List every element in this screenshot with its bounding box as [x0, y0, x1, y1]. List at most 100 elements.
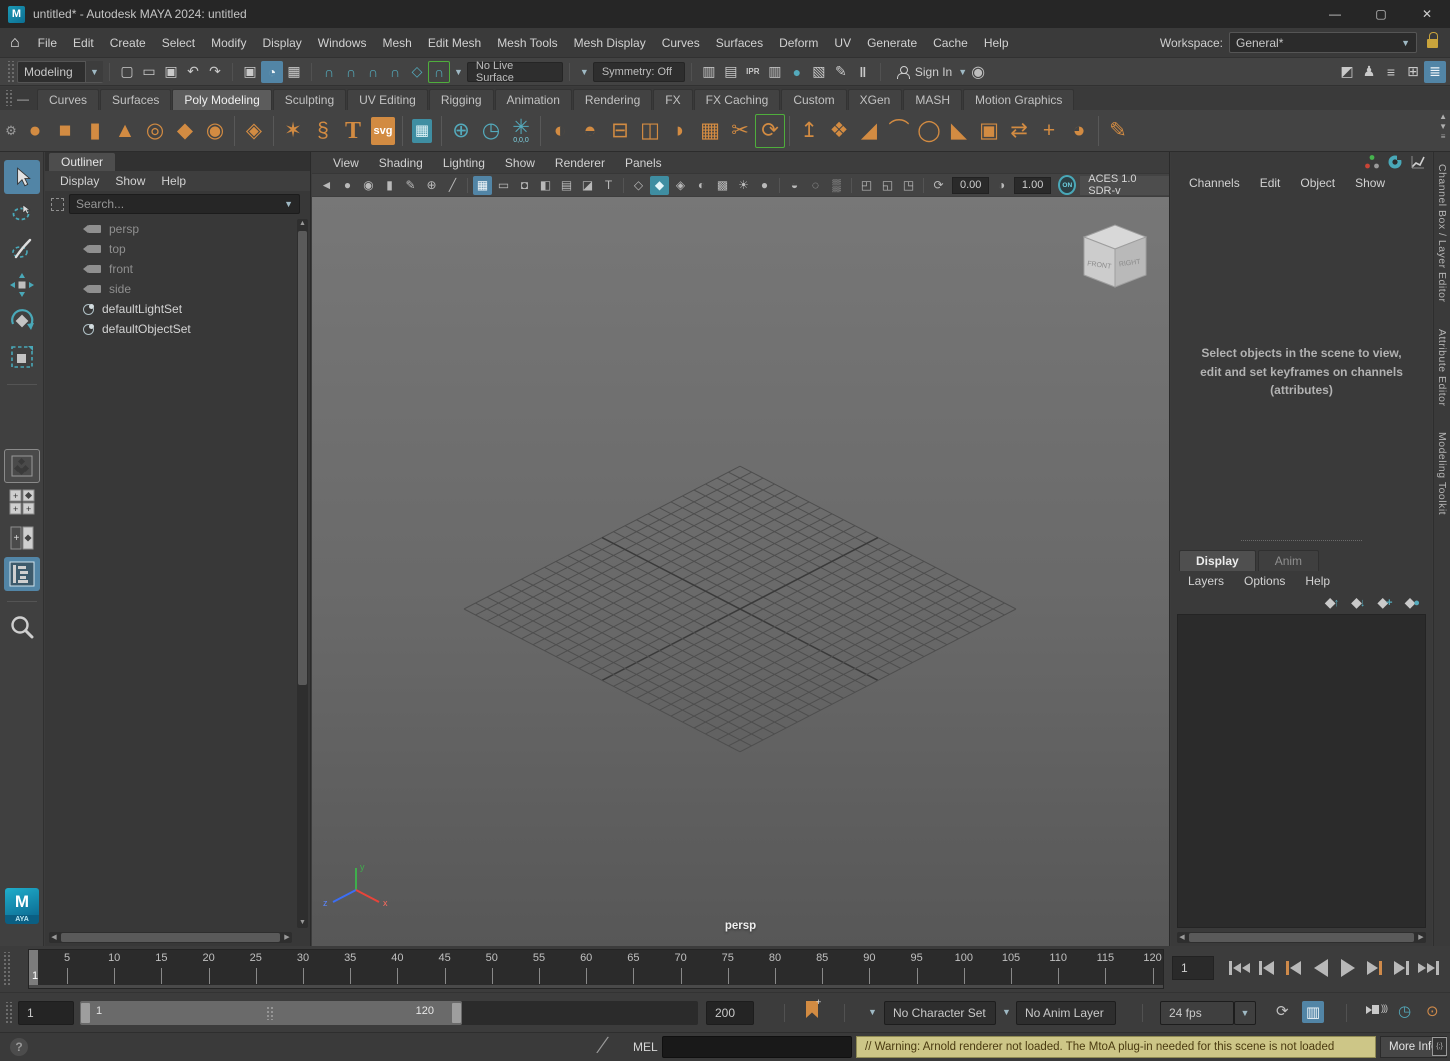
- snap-to-view-plane-icon[interactable]: ◇: [406, 61, 428, 83]
- stylus-icon[interactable]: ╱: [443, 176, 462, 195]
- graph-editor-icon[interactable]: [1410, 154, 1426, 170]
- viewport-menu-shading[interactable]: Shading: [370, 154, 432, 172]
- side-tab-attribute-editor[interactable]: Attribute Editor: [1436, 329, 1448, 406]
- outliner-item-defaultlightset[interactable]: defaultLightSet: [45, 299, 296, 319]
- gate-mask-icon[interactable]: ◧: [536, 176, 555, 195]
- grid-toggle-icon[interactable]: ▦: [473, 176, 492, 195]
- camera-attributes-icon[interactable]: ◉: [359, 176, 378, 195]
- outliner-menu-show[interactable]: Show: [108, 172, 152, 190]
- chevron-down-icon[interactable]: ▼: [1002, 1007, 1011, 1017]
- bridge-icon[interactable]: ⌒: [884, 114, 914, 148]
- project-curve-icon[interactable]: ◣: [944, 114, 974, 148]
- layer-editor-toggle-icon[interactable]: ≣: [1424, 61, 1446, 83]
- chevron-down-icon[interactable]: ▼: [454, 67, 463, 77]
- snap-to-projected-center-icon[interactable]: ∩: [384, 61, 406, 83]
- subdivide-icon[interactable]: ▦: [695, 114, 725, 148]
- menu-file[interactable]: File: [30, 32, 65, 54]
- script-editor-icon[interactable]: {;}: [1432, 1037, 1447, 1056]
- gamma-icon[interactable]: ◑: [993, 176, 1010, 195]
- scroll-right-icon[interactable]: ▶: [282, 932, 292, 943]
- symmetry-field[interactable]: Symmetry: Off: [593, 62, 685, 82]
- crease-tool-icon[interactable]: ✎: [1103, 114, 1133, 148]
- smooth-shade-mode-icon[interactable]: ◆: [650, 176, 669, 195]
- layer-menu-options[interactable]: Options: [1235, 572, 1294, 590]
- pause-viewport-icon[interactable]: ‖: [852, 61, 874, 83]
- select-by-object-icon[interactable]: ◔: [261, 61, 283, 83]
- time-ruler[interactable]: 1 51015202530354045505560657075808590951…: [28, 949, 1164, 989]
- lasso-tool[interactable]: [4, 196, 40, 230]
- layer-list-area[interactable]: [1177, 614, 1426, 928]
- filter-frame-icon[interactable]: [51, 198, 64, 211]
- outliner-vertical-scrollbar[interactable]: ▲ ▼: [297, 219, 308, 928]
- snap-to-point-icon[interactable]: ∩: [362, 61, 384, 83]
- sculpt-mesh-icon[interactable]: ◕: [1064, 114, 1094, 148]
- viewport-menu-show[interactable]: Show: [496, 154, 544, 172]
- go-to-start-button[interactable]: [1226, 954, 1253, 982]
- menu-select[interactable]: Select: [154, 32, 203, 54]
- range-grip-handle[interactable]: [4, 1002, 13, 1023]
- menu-edit[interactable]: Edit: [65, 32, 102, 54]
- mute-icon[interactable]: [1372, 1005, 1379, 1014]
- outliner-item-side[interactable]: side: [45, 279, 296, 299]
- two-pane-layout-button[interactable]: +: [4, 521, 40, 555]
- playback-range[interactable]: 1 120: [80, 1001, 462, 1025]
- open-scene-icon[interactable]: ▭: [138, 61, 160, 83]
- quad-draw-icon[interactable]: ❖: [824, 114, 854, 148]
- resolution-gate-icon[interactable]: ◘: [515, 176, 534, 195]
- shelf-tab-xgen[interactable]: XGen: [848, 89, 903, 110]
- menu-mesh-display[interactable]: Mesh Display: [566, 32, 654, 54]
- exposure-icon-icon[interactable]: ⟳: [929, 176, 948, 195]
- layout-menu-button[interactable]: [4, 449, 40, 483]
- view-transform-selector[interactable]: ACES 1.0 SDR-v: [1080, 176, 1169, 195]
- minimize-button[interactable]: —: [1312, 0, 1358, 28]
- step-back-key-button[interactable]: [1280, 954, 1307, 982]
- snap-to-curve-icon[interactable]: ∩: [340, 61, 362, 83]
- viewport-menu-renderer[interactable]: Renderer: [546, 154, 614, 172]
- viewport-canvas[interactable]: FRONT RIGHT y z x persp: [312, 197, 1169, 946]
- range-end-handle[interactable]: [452, 1003, 461, 1023]
- shelf-tab-rendering[interactable]: Rendering: [573, 89, 652, 110]
- scroll-right-icon[interactable]: ▶: [1416, 932, 1426, 943]
- range-center-grip[interactable]: [266, 1006, 274, 1020]
- paint-select-tool[interactable]: [4, 232, 40, 266]
- tool-settings-toggle-icon[interactable]: ⊞: [1402, 61, 1424, 83]
- isolate-select-icon[interactable]: ◰: [857, 176, 876, 195]
- sweep-mesh-icon[interactable]: ✶: [278, 114, 308, 148]
- redo-icon[interactable]: ↷: [204, 61, 226, 83]
- viewport-menu-panels[interactable]: Panels: [616, 154, 671, 172]
- isolate-add-icon[interactable]: ◱: [878, 176, 897, 195]
- zoom-tool[interactable]: [4, 610, 40, 644]
- checker-shade-icon[interactable]: ▩: [713, 176, 732, 195]
- display-triad-icon[interactable]: [1364, 154, 1380, 170]
- shelf-tab-fx[interactable]: FX: [653, 89, 692, 110]
- textured-mode-icon[interactable]: ◈: [671, 176, 690, 195]
- menu-deform[interactable]: Deform: [771, 32, 826, 54]
- combine-icon[interactable]: ◓: [575, 114, 605, 148]
- character-set-selector[interactable]: No Character Set: [884, 1001, 996, 1025]
- menu-edit-mesh[interactable]: Edit Mesh: [420, 32, 489, 54]
- shelf-grip[interactable]: [4, 90, 13, 106]
- select-by-hierarchy-icon[interactable]: ▣: [239, 61, 261, 83]
- outliner-persp-layout-button[interactable]: [4, 557, 40, 591]
- view-cube[interactable]: FRONT RIGHT: [1067, 215, 1157, 305]
- sync-time-icon[interactable]: ◷: [1398, 1002, 1411, 1020]
- multisample-toggle-icon[interactable]: ▒: [827, 176, 846, 195]
- home-icon[interactable]: ⌂: [10, 34, 20, 52]
- grease-pencil-icon[interactable]: ✎: [401, 176, 420, 195]
- curve-warp-icon[interactable]: §: [308, 114, 338, 148]
- scale-tool[interactable]: [4, 340, 40, 374]
- command-language-label[interactable]: MEL: [633, 1040, 658, 1054]
- poly-sphere-icon[interactable]: ●: [20, 114, 50, 148]
- side-tab-modeling-toolkit[interactable]: Modeling Toolkit: [1436, 432, 1448, 515]
- maximize-button[interactable]: ▢: [1358, 0, 1404, 28]
- film-gate-icon[interactable]: ▭: [494, 176, 513, 195]
- separate-icon[interactable]: ⊟: [605, 114, 635, 148]
- animation-preferences-icon[interactable]: ▥: [1302, 1001, 1324, 1023]
- play-forwards-button[interactable]: [1334, 954, 1361, 982]
- go-to-end-button[interactable]: [1415, 954, 1442, 982]
- color-management-toggle[interactable]: ON: [1058, 175, 1076, 195]
- timeslider-grip[interactable]: [2, 952, 11, 986]
- occlusion-toggle-icon[interactable]: ◒: [785, 176, 804, 195]
- step-forward-key-button[interactable]: [1361, 954, 1388, 982]
- channel-menu-channels[interactable]: Channels: [1181, 174, 1248, 192]
